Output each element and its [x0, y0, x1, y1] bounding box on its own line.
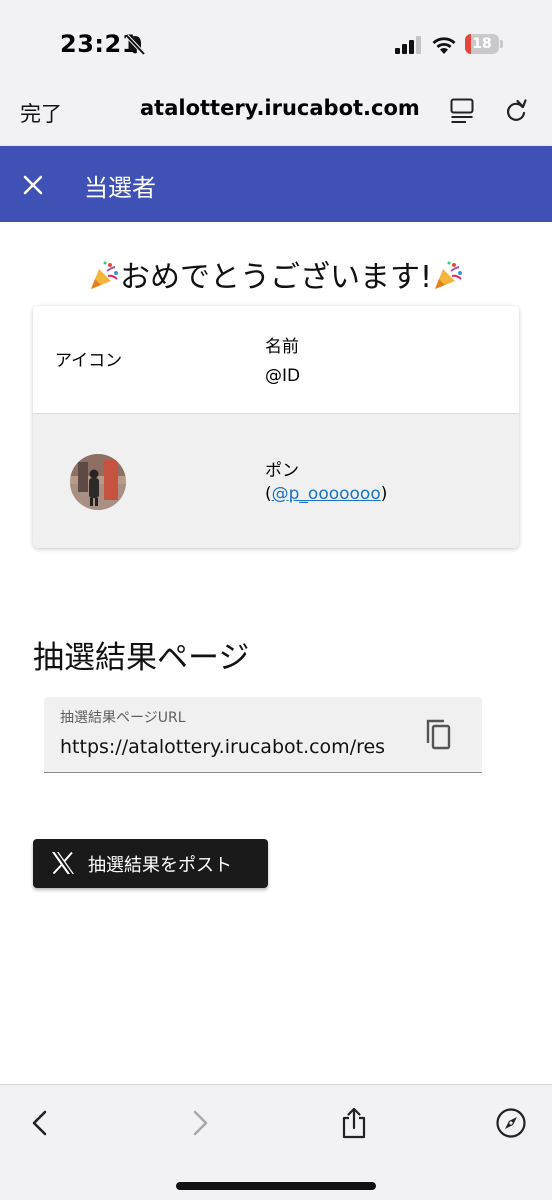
- winner-table: アイコン 名前 @ID ポン (@p_ooooooo): [33, 306, 519, 548]
- winner-id-link[interactable]: @p_ooooooo: [272, 484, 381, 504]
- url-display[interactable]: atalottery.irucabot.com: [140, 96, 420, 120]
- x-logo-icon: [52, 852, 74, 874]
- post-results-button[interactable]: 抽選結果をポスト: [33, 839, 268, 888]
- wifi-icon: [432, 37, 456, 54]
- battery-level: 18: [472, 36, 492, 52]
- result-url-label: 抽選結果ページURL: [60, 710, 186, 726]
- party-popper-icon: [435, 261, 463, 289]
- reader-icon[interactable]: [450, 98, 474, 124]
- post-button-label: 抽選結果をポスト: [88, 855, 232, 876]
- congrats-text: おめでとうございます!: [119, 260, 433, 295]
- battery-icon: 18: [465, 34, 503, 54]
- browser-header: 完了 atalottery.irucabot.com: [0, 88, 552, 146]
- avatar[interactable]: [70, 454, 126, 510]
- result-url-input[interactable]: [60, 733, 400, 761]
- browser-screen: 23:21 18 完了 atalottery.irucabot.com 当選者 …: [0, 0, 552, 1200]
- header-icon-label: アイコン: [55, 351, 123, 371]
- copy-icon[interactable]: [424, 717, 452, 751]
- table-row: ポン (@p_ooooooo): [33, 414, 519, 548]
- winner-name: ポン: [265, 461, 299, 481]
- congrats-heading: おめでとうございます!: [0, 252, 552, 296]
- status-bar: 23:21 18: [0, 0, 552, 88]
- back-icon[interactable]: [24, 1107, 56, 1139]
- reload-icon[interactable]: [503, 98, 529, 124]
- results-section-title: 抽選結果ページ: [33, 640, 250, 676]
- result-url-field[interactable]: 抽選結果ページURL: [44, 697, 482, 773]
- close-icon[interactable]: [16, 168, 50, 202]
- header-name-label: 名前: [265, 337, 299, 357]
- compass-icon[interactable]: [495, 1107, 527, 1139]
- party-popper-icon: [90, 261, 118, 289]
- bell-slash-icon: [125, 34, 146, 56]
- app-bar: 当選者: [0, 146, 552, 222]
- winner-id: (@p_ooooooo): [265, 484, 388, 504]
- home-indicator: [176, 1182, 376, 1190]
- table-header: アイコン 名前 @ID: [33, 306, 519, 414]
- share-icon[interactable]: [338, 1107, 370, 1139]
- header-id-label: @ID: [265, 366, 301, 386]
- page-title: 当選者: [84, 174, 156, 202]
- signal-icon: [395, 36, 421, 54]
- done-button[interactable]: 完了: [20, 98, 62, 128]
- main-content: おめでとうございます! アイコン 名前 @ID ポン (@p_ooooooo) …: [0, 222, 552, 1084]
- forward-icon[interactable]: [184, 1107, 216, 1139]
